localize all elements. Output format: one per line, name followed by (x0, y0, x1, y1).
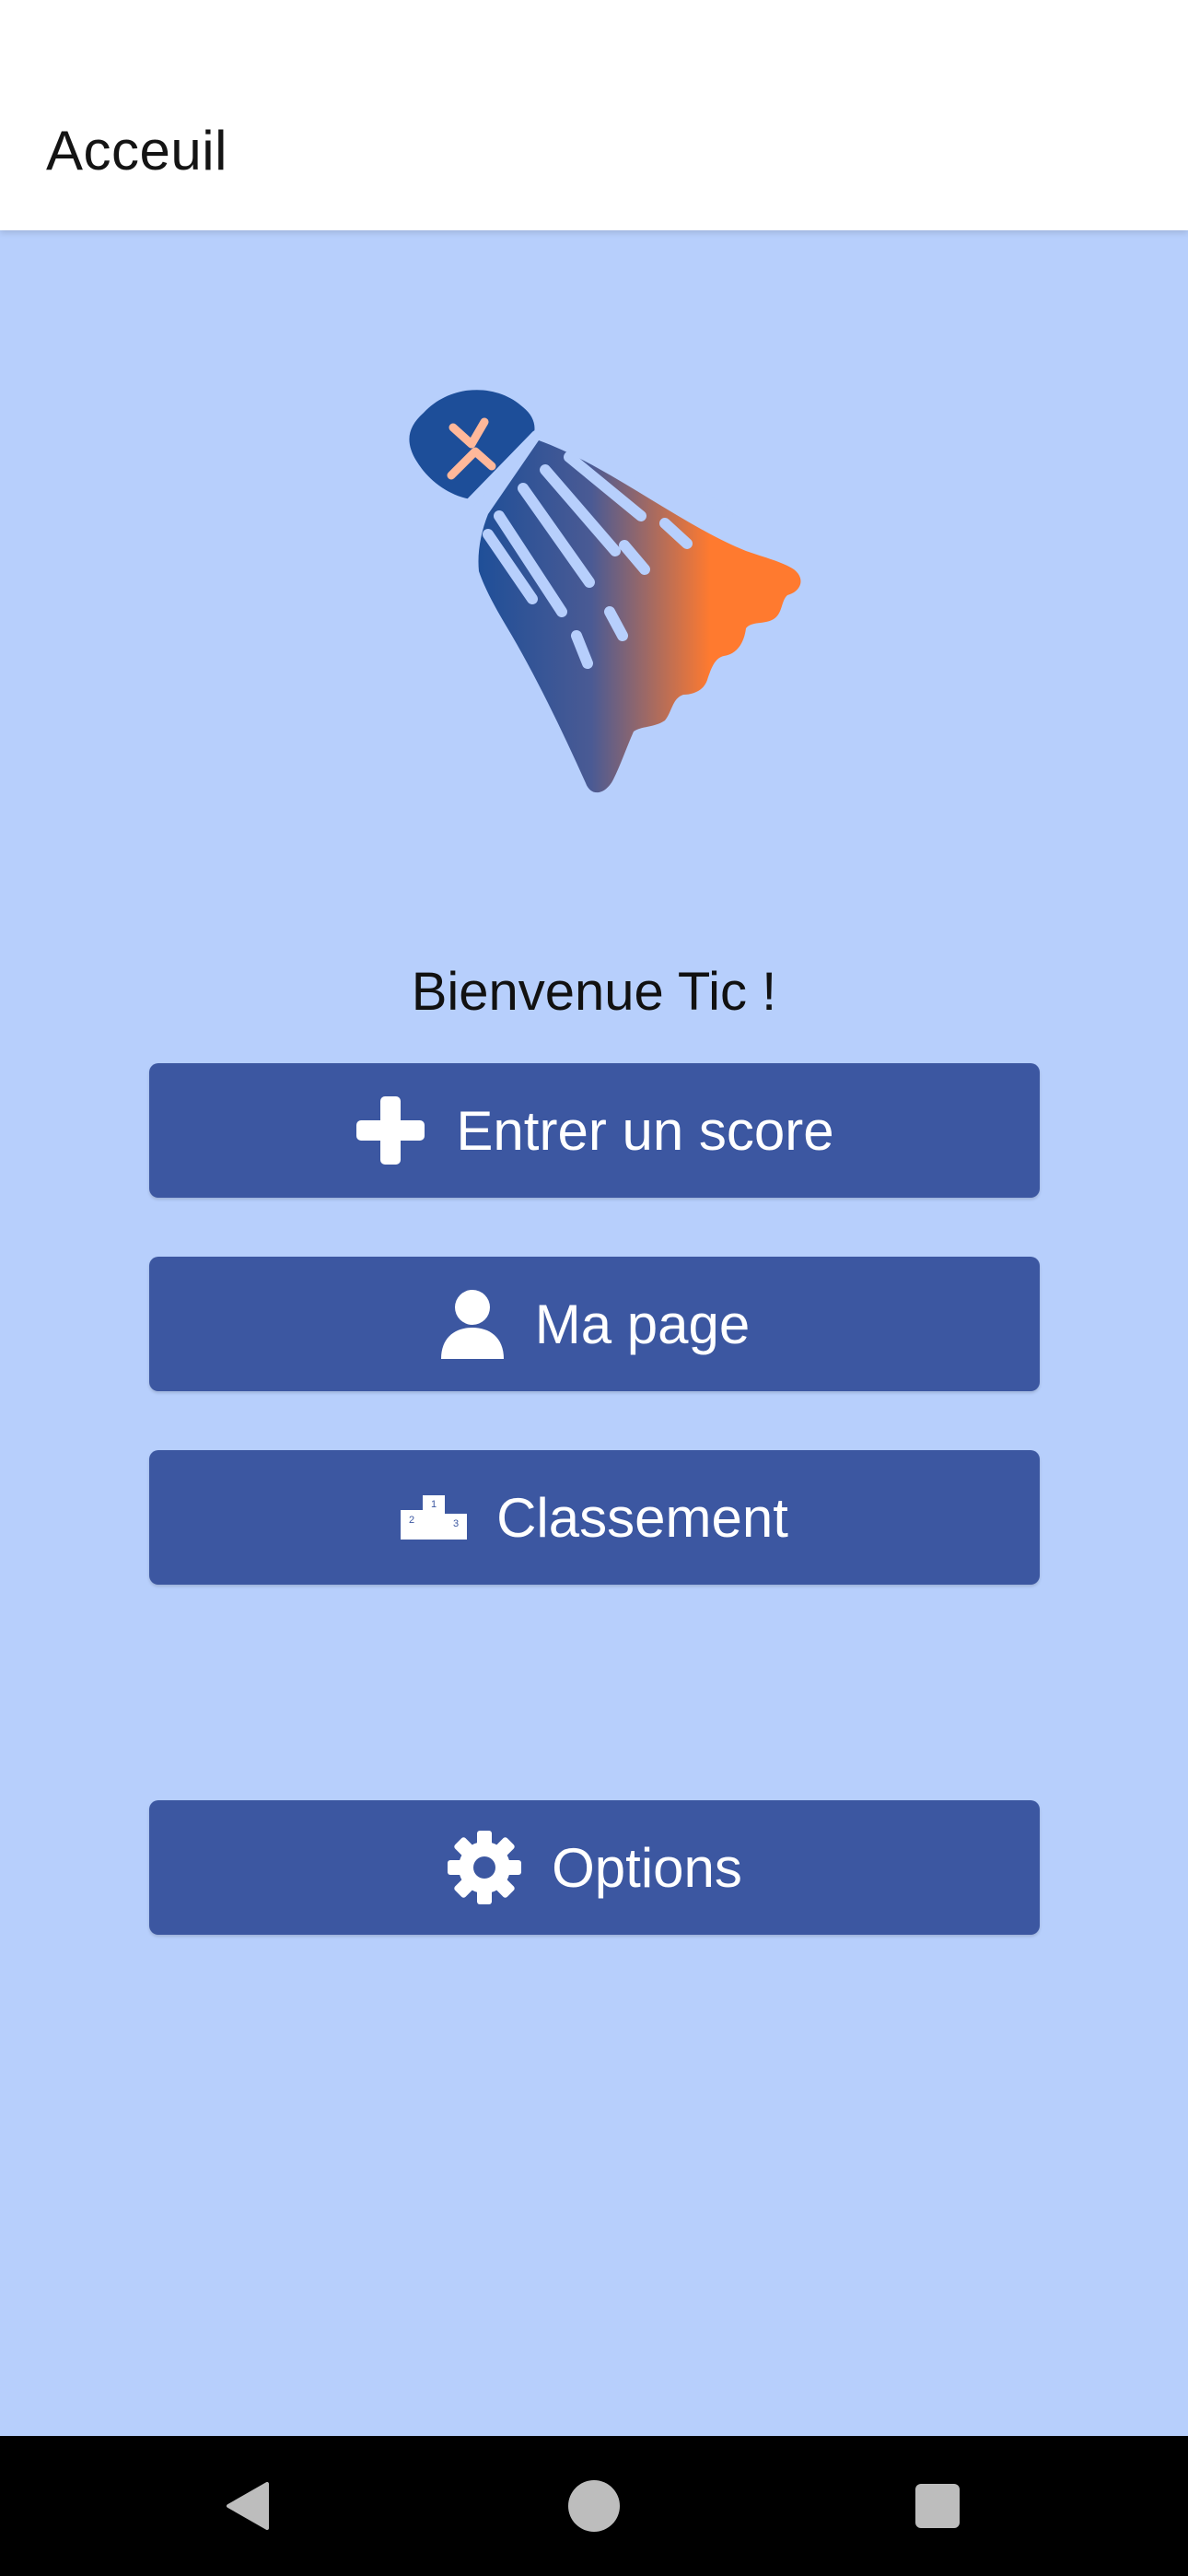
podium-label-third: 3 (453, 1518, 459, 1529)
podium-icon: 2 1 3 (401, 1495, 468, 1540)
recent-apps-icon (915, 2484, 960, 2528)
recent-apps-button[interactable] (873, 2436, 1002, 2576)
ranking-label: Classement (496, 1486, 788, 1549)
back-icon (227, 2482, 269, 2530)
shuttlecock-logo (409, 390, 801, 793)
home-button[interactable] (530, 2436, 658, 2576)
options-label: Options (552, 1836, 742, 1899)
options-button[interactable]: Options (149, 1800, 1040, 1935)
podium-label-first: 1 (431, 1499, 437, 1510)
enter-score-label: Entrer un score (456, 1099, 834, 1162)
back-button[interactable] (184, 2436, 313, 2576)
plus-icon (355, 1095, 426, 1166)
gear-icon (447, 1830, 522, 1905)
my-page-button[interactable]: Ma page (149, 1257, 1040, 1391)
ranking-button[interactable]: 2 1 3 Classement (149, 1450, 1040, 1585)
enter-score-button[interactable]: Entrer un score (149, 1063, 1040, 1198)
my-page-label: Ma page (534, 1293, 751, 1355)
welcome-message: Bienvenue Tic ! (411, 962, 777, 1022)
home-icon (568, 2480, 620, 2532)
app-bar: Acceuil (0, 0, 1188, 230)
page-title: Acceuil (46, 120, 227, 181)
person-icon (439, 1289, 506, 1359)
system-navigation-bar (0, 2436, 1188, 2576)
podium-label-second: 2 (409, 1515, 414, 1526)
